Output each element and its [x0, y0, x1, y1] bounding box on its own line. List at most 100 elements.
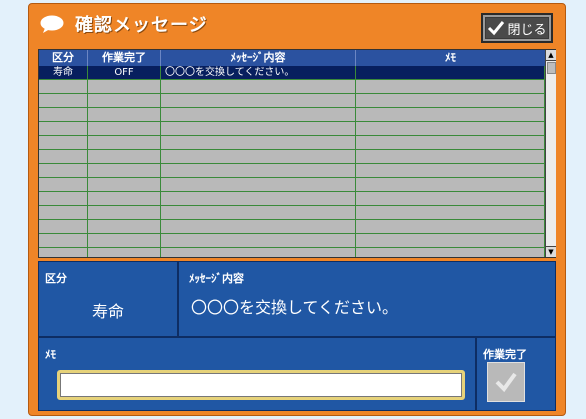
kubun-label: 区分 [45, 272, 67, 285]
cell-message [161, 206, 356, 220]
cell-message [161, 178, 356, 192]
message-value: 〇〇〇を交換してください。 [191, 298, 399, 317]
table-row-empty[interactable] [39, 206, 545, 220]
cell-kubun [39, 108, 88, 122]
column-header-kubun[interactable]: 区分 [39, 50, 88, 66]
cell-done [88, 122, 161, 136]
done-panel: 作業完了 [476, 337, 556, 411]
cell-kubun [39, 136, 88, 150]
table-row-empty[interactable] [39, 122, 545, 136]
cell-message [161, 136, 356, 150]
cell-message [161, 94, 356, 108]
cell-memo [356, 164, 545, 178]
scroll-down-arrow-icon[interactable]: ▼ [546, 246, 556, 257]
cell-message [161, 234, 356, 248]
cell-kubun [39, 248, 88, 257]
cell-memo [356, 248, 545, 257]
cell-done [88, 178, 161, 192]
checkmark-icon [495, 372, 517, 393]
cell-done [88, 150, 161, 164]
table-body: 寿命 OFF 〇〇〇を交換してください。 [39, 66, 545, 257]
cell-done [88, 206, 161, 220]
cell-memo [356, 66, 545, 80]
table-row-empty[interactable] [39, 234, 545, 248]
cell-done [88, 220, 161, 234]
table-row-empty[interactable] [39, 220, 545, 234]
speech-bubble-icon [40, 15, 64, 33]
cell-done: OFF [88, 66, 161, 80]
cell-message [161, 122, 356, 136]
kubun-panel: 区分 寿命 [38, 261, 178, 337]
memo-label: ﾒﾓ [45, 348, 56, 361]
column-header-done[interactable]: 作業完了 [88, 50, 161, 66]
cell-done [88, 192, 161, 206]
cell-done [88, 248, 161, 257]
done-label: 作業完了 [483, 348, 527, 361]
cell-memo [356, 108, 545, 122]
cell-memo [356, 220, 545, 234]
cell-kubun [39, 80, 88, 94]
cell-kubun [39, 122, 88, 136]
cell-message [161, 108, 356, 122]
cell-memo [356, 80, 545, 94]
close-button[interactable]: 閉じる [481, 13, 553, 43]
column-header-message[interactable]: ﾒｯｾｰｼﾞ内容 [161, 50, 356, 66]
scroll-up-arrow-icon[interactable]: ▲ [546, 50, 556, 61]
table-row-empty[interactable] [39, 248, 545, 257]
cell-done [88, 80, 161, 94]
cell-message [161, 164, 356, 178]
kubun-value: 寿命 [91, 302, 124, 321]
cell-kubun [39, 234, 88, 248]
cell-memo [356, 122, 545, 136]
dialog-title: 確認メッセージ [75, 15, 208, 36]
table-row-empty[interactable] [39, 178, 545, 192]
cell-done [88, 136, 161, 150]
cell-done [88, 164, 161, 178]
cell-memo [356, 136, 545, 150]
table-row-empty[interactable] [39, 94, 545, 108]
message-panel: ﾒｯｾｰｼﾞ内容 〇〇〇を交換してください。 [178, 261, 556, 337]
title-bar: 確認メッセージ 閉じる [29, 4, 565, 44]
cell-message [161, 220, 356, 234]
cell-message [161, 150, 356, 164]
cell-done [88, 94, 161, 108]
table-row-empty[interactable] [39, 192, 545, 206]
cell-memo [356, 192, 545, 206]
done-checkbox[interactable] [487, 362, 525, 402]
table-row-empty[interactable] [39, 108, 545, 122]
vertical-scrollbar[interactable]: ▲ ▼ [545, 50, 556, 257]
cell-message [161, 248, 356, 257]
memo-panel: ﾒﾓ [38, 337, 476, 411]
message-table: 区分 作業完了 ﾒｯｾｰｼﾞ内容 ﾒﾓ 寿命 OFF 〇〇〇を交換してください。… [38, 49, 556, 258]
cell-kubun [39, 150, 88, 164]
table-row-empty[interactable] [39, 136, 545, 150]
message-label: ﾒｯｾｰｼﾞ内容 [189, 272, 244, 285]
table-row-empty[interactable] [39, 80, 545, 94]
cell-message [161, 192, 356, 206]
table-row[interactable]: 寿命 OFF 〇〇〇を交換してください。 [39, 66, 545, 80]
table-row-empty[interactable] [39, 164, 545, 178]
cell-kubun [39, 192, 88, 206]
table-row-empty[interactable] [39, 150, 545, 164]
cell-kubun [39, 94, 88, 108]
cell-kubun [39, 206, 88, 220]
cell-done [88, 234, 161, 248]
cell-kubun [39, 178, 88, 192]
cell-kubun [39, 164, 88, 178]
cell-memo [356, 234, 545, 248]
cell-memo [356, 150, 545, 164]
close-button-label: 閉じる [507, 22, 547, 38]
cell-message [161, 80, 356, 94]
memo-input[interactable] [57, 370, 465, 400]
scroll-thumb[interactable] [547, 62, 556, 74]
cell-kubun: 寿命 [39, 66, 88, 80]
cell-memo [356, 178, 545, 192]
cell-done [88, 108, 161, 122]
table-header: 区分 作業完了 ﾒｯｾｰｼﾞ内容 ﾒﾓ [39, 50, 545, 66]
cell-memo [356, 94, 545, 108]
cell-kubun [39, 220, 88, 234]
column-header-memo[interactable]: ﾒﾓ [356, 50, 545, 66]
cell-message: 〇〇〇を交換してください。 [161, 66, 356, 80]
checkmark-icon [488, 21, 505, 36]
cell-memo [356, 206, 545, 220]
